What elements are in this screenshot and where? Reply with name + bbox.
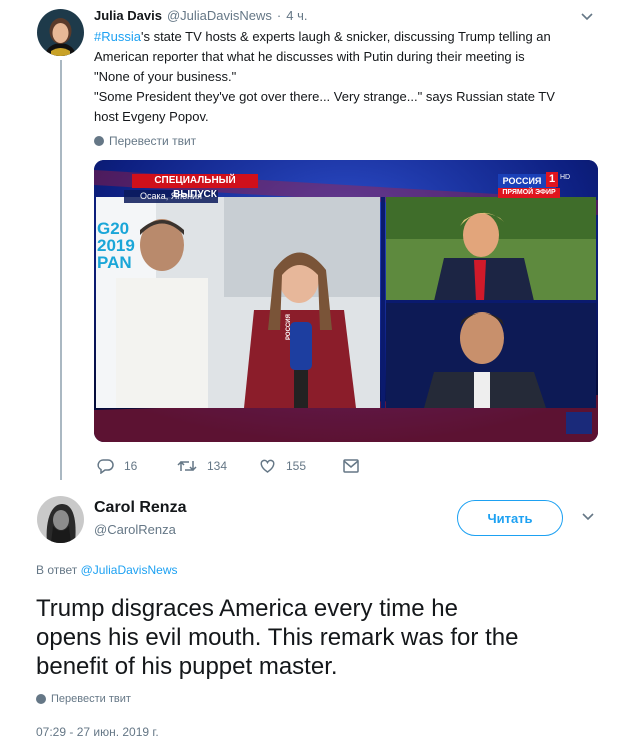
- backdrop-line: PAN: [97, 253, 132, 272]
- translate-label: Перевести твит: [109, 134, 197, 148]
- tweet2-timestamp[interactable]: 07:29 - 27 июн. 2019 г.: [36, 725, 159, 739]
- tweet2-body: Trump disgraces America every time he op…: [36, 594, 626, 681]
- hashtag-link[interactable]: #Russia: [94, 29, 141, 44]
- retweet-icon: [177, 460, 197, 472]
- tweet1-header: Julia Davis @JuliaDavisNews · 4 ч.: [94, 8, 307, 23]
- globe-icon: [36, 694, 46, 704]
- translate-tweet-link[interactable]: Перевести твит: [94, 134, 196, 148]
- channel-number: 1: [548, 173, 556, 185]
- carol-author-name[interactable]: Carol Renza: [94, 499, 186, 517]
- retweet-count: 134: [207, 459, 228, 473]
- tweet2-line-3: benefit of his puppet master.: [36, 653, 338, 680]
- envelope-icon: [343, 459, 359, 473]
- tweet-line-5: host Evgeny Popov.: [94, 109, 209, 124]
- reply-to-handle-link[interactable]: @JuliaDavisNews: [81, 563, 178, 577]
- heart-icon: [260, 459, 275, 473]
- tweet-line-3: "None of your business.": [94, 69, 237, 84]
- reply-action[interactable]: 16: [97, 458, 177, 474]
- author-handle[interactable]: @JuliaDavisNews: [167, 8, 272, 23]
- julia-davis-avatar[interactable]: [37, 9, 84, 56]
- g20-backdrop-text: G20 2019 PAN: [97, 220, 135, 271]
- channel-logo-text: РОССИЯ: [502, 176, 542, 186]
- special-edition-banner: СПЕЦИАЛЬНЫЙ ВЫПУСК: [154, 175, 236, 200]
- tweet-line-4: "Some President they've got over there..…: [94, 89, 555, 104]
- tweet-time[interactable]: 4 ч.: [286, 8, 307, 23]
- reply-context: В ответ @JuliaDavisNews: [36, 563, 177, 577]
- author-name[interactable]: Julia Davis: [94, 8, 162, 23]
- tweet1-body: #Russia's state TV hosts & experts laugh…: [94, 27, 604, 127]
- tweet-text-fragment: 's state TV hosts & experts laugh & snic…: [140, 29, 551, 44]
- channel-hd-badge: HD: [560, 174, 571, 181]
- reply-prefix: В ответ: [36, 563, 78, 577]
- like-action[interactable]: 155: [259, 458, 343, 474]
- like-count: 155: [286, 459, 307, 473]
- microphone-label: РОССИЯ: [286, 314, 292, 340]
- tweet-menu-chevron-icon[interactable]: [579, 10, 595, 24]
- globe-icon: [94, 136, 104, 146]
- backdrop-line: G20: [97, 219, 130, 238]
- tweet2-line-2: opens his evil mouth. This remark was fo…: [36, 624, 519, 651]
- thread-connector-line: [60, 60, 62, 480]
- carol-renza-avatar[interactable]: [37, 496, 84, 543]
- separator-dot: ·: [276, 8, 282, 23]
- tweet-line-1: #Russia's state TV hosts & experts laugh…: [94, 27, 604, 47]
- tweet2-line-1: Trump disgraces America every time he: [36, 595, 458, 622]
- translate-label: Перевести твит: [51, 693, 131, 705]
- translate-tweet2-link[interactable]: Перевести твит: [36, 693, 131, 705]
- reply-count: 16: [124, 459, 138, 473]
- follow-button[interactable]: Читать: [457, 500, 563, 536]
- tweet-line-2: American reporter that what he discusses…: [94, 49, 525, 64]
- tweet2-menu-chevron-icon[interactable]: [580, 510, 596, 524]
- tweet1-action-bar: 16 134 155: [97, 457, 359, 475]
- retweet-action[interactable]: 134: [177, 458, 259, 474]
- direct-message-action[interactable]: [343, 459, 359, 473]
- carol-author-handle[interactable]: @CarolRenza: [94, 522, 176, 537]
- location-caption: Осака, Япония: [140, 191, 202, 201]
- reply-icon: [97, 459, 114, 474]
- live-broadcast-label: ПРЯМОЙ ЭФИР: [502, 189, 556, 196]
- backdrop-line: 2019: [97, 236, 135, 255]
- tweet-video-media[interactable]: СПЕЦИАЛЬНЫЙ ВЫПУСК Осака, Япония РОССИЯ …: [94, 160, 598, 442]
